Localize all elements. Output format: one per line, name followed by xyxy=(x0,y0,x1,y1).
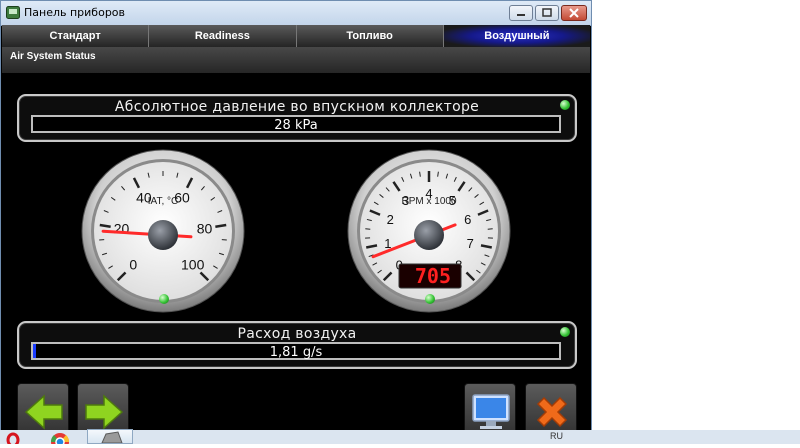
rpm-caption: RPM x 1000 xyxy=(401,196,456,207)
window-title: Панель приборов xyxy=(24,6,125,19)
airflow-bar xyxy=(33,344,36,358)
iat-major-tick xyxy=(215,225,226,227)
minimize-icon xyxy=(510,6,532,20)
opera-icon[interactable] xyxy=(6,432,20,444)
map-status-led xyxy=(560,100,570,110)
iat-tick-label: 80 xyxy=(197,220,213,236)
rpm-tick-label: 2 xyxy=(387,212,394,227)
close-icon xyxy=(562,6,586,20)
language-indicator[interactable]: RU xyxy=(550,431,563,441)
iat-status-led xyxy=(159,294,169,304)
tab-air[interactable]: Воздушный xyxy=(444,25,590,47)
app-taskbar-icon xyxy=(88,430,132,443)
tab-readiness[interactable]: Readiness xyxy=(149,25,296,47)
map-value: 28 kPa xyxy=(31,115,561,133)
section-title: Air System Status xyxy=(10,51,96,62)
tab-fuel[interactable]: Топливо xyxy=(297,25,444,47)
airflow-value-box: 1,81 g/s xyxy=(31,342,561,360)
close-window-button[interactable] xyxy=(561,5,587,21)
arrow-left-icon xyxy=(24,392,64,432)
maximize-icon xyxy=(536,6,558,20)
rpm-status-led xyxy=(425,294,435,304)
tab-standard[interactable]: Стандарт xyxy=(2,25,149,47)
rpm-gauge: 012345678 RPM x 1000 705 xyxy=(347,149,512,314)
airflow-label: Расход воздуха xyxy=(19,326,575,342)
monitor-icon xyxy=(471,392,511,432)
iat-major-tick xyxy=(100,225,111,227)
tab-bar: Стандарт Readiness Топливо Воздушный xyxy=(2,25,590,47)
airflow-status-led xyxy=(560,327,570,337)
section-header: Air System Status xyxy=(2,47,590,73)
taskbar-active-app[interactable] xyxy=(87,429,133,444)
iat-tick-label: 100 xyxy=(181,257,205,273)
iat-tick-label: 0 xyxy=(129,257,137,273)
iat-gauge: 020406080100 IAT, °C xyxy=(81,149,246,314)
rpm-tick-label: 6 xyxy=(464,212,471,227)
airflow-panel: Расход воздуха 1,81 g/s xyxy=(17,321,577,369)
chrome-icon[interactable] xyxy=(50,432,70,444)
rpm-tick-label: 7 xyxy=(467,236,474,251)
airflow-value: 1,81 g/s xyxy=(270,345,322,360)
title-bar: Панель приборов xyxy=(1,1,591,26)
arrow-right-icon xyxy=(84,392,124,432)
rpm-needle-hub xyxy=(414,220,444,250)
map-panel: Абсолютное давление во впускном коллекто… xyxy=(17,94,577,142)
close-x-icon xyxy=(532,392,572,432)
map-label: Абсолютное давление во впускном коллекто… xyxy=(19,99,575,115)
app-window: Панель приборов Стандарт Readiness Топли… xyxy=(0,0,592,444)
iat-caption: IAT, °C xyxy=(148,196,178,207)
maximize-button[interactable] xyxy=(535,5,559,21)
iat-needle-hub xyxy=(148,220,178,250)
app-icon xyxy=(6,6,20,19)
rpm-digital-readout: 705 xyxy=(415,264,451,288)
minimize-button[interactable] xyxy=(509,5,533,21)
